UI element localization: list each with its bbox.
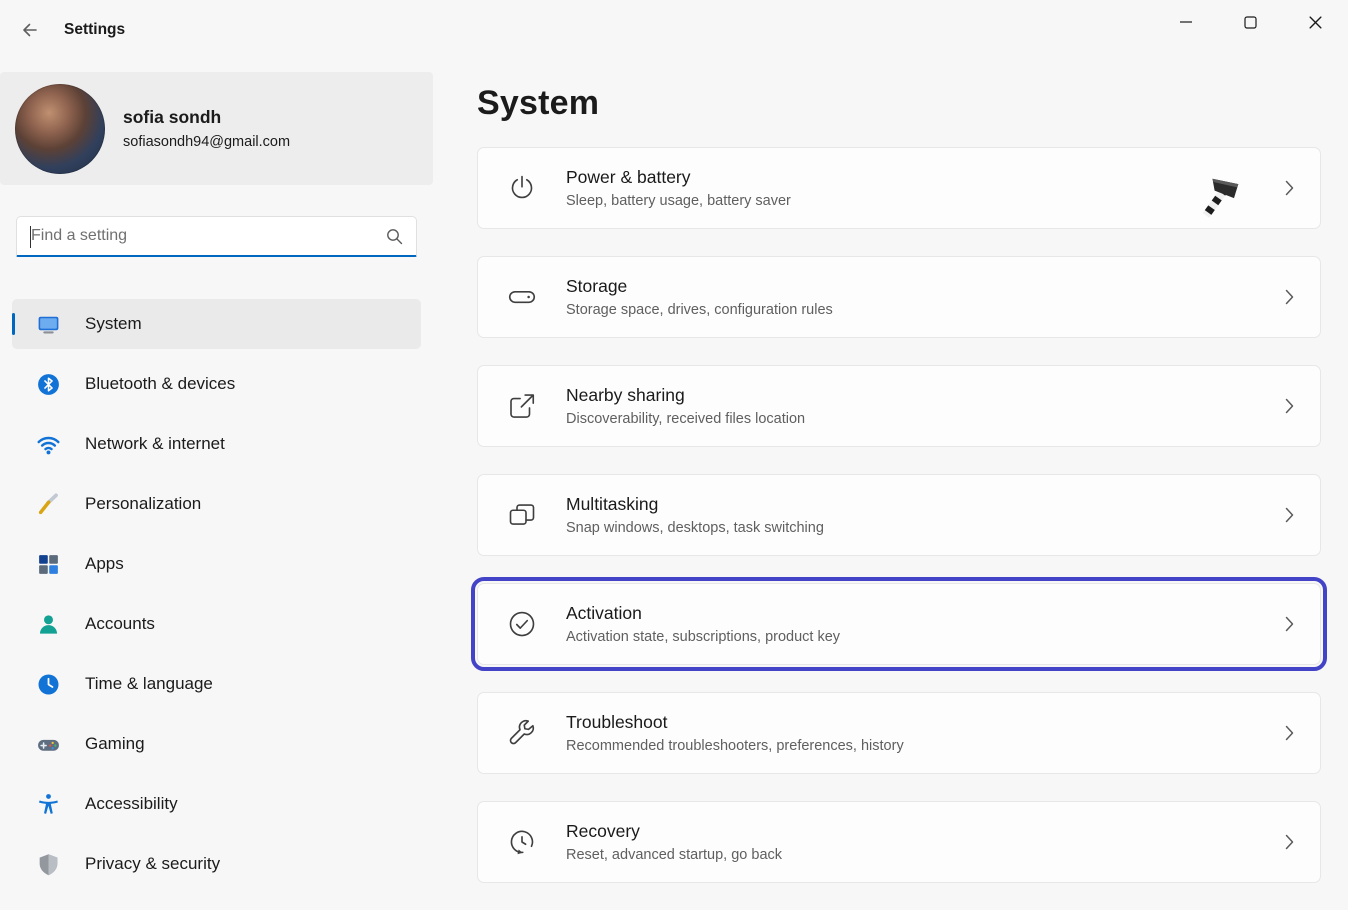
- page-title: System: [477, 84, 1321, 123]
- sidebar-item-accounts[interactable]: Accounts: [12, 599, 421, 649]
- personalization-icon: [36, 492, 61, 517]
- card-title: Troubleshoot: [566, 712, 904, 733]
- sidebar-item-label: System: [85, 314, 142, 334]
- card-title: Activation: [566, 603, 840, 624]
- card-subtitle: Activation state, subscriptions, product…: [566, 629, 840, 645]
- sidebar-item-system[interactable]: System: [12, 299, 421, 349]
- settings-cards: Power & battery Sleep, battery usage, ba…: [477, 147, 1321, 883]
- card-title: Multitasking: [566, 494, 824, 515]
- accessibility-icon: [36, 792, 61, 817]
- bluetooth-icon: [36, 372, 61, 397]
- sidebar-item-label: Accessibility: [85, 794, 178, 814]
- gaming-icon: [36, 732, 61, 757]
- sidebar-item-label: Apps: [85, 554, 124, 574]
- sidebar: sofia sondh sofiasondh94@gmail.com Syste…: [0, 60, 433, 899]
- card-storage[interactable]: Storage Storage space, drives, configura…: [477, 256, 1321, 338]
- sidebar-nav: System Bluetooth & devices Network & int…: [0, 299, 433, 889]
- chevron-right-icon: [1285, 616, 1294, 632]
- chevron-right-icon: [1285, 834, 1294, 850]
- card-subtitle: Snap windows, desktops, task switching: [566, 520, 824, 536]
- back-arrow-icon: [21, 21, 39, 39]
- window-controls: [1153, 0, 1348, 44]
- minimize-button[interactable]: [1153, 0, 1218, 44]
- nearby-sharing-icon: [478, 391, 566, 421]
- multitasking-icon: [478, 500, 566, 530]
- minimize-icon: [1179, 15, 1193, 29]
- user-profile[interactable]: sofia sondh sofiasondh94@gmail.com: [0, 72, 433, 185]
- sidebar-item-label: Accounts: [85, 614, 155, 634]
- sidebar-item-bluetooth-devices[interactable]: Bluetooth & devices: [12, 359, 421, 409]
- maximize-button[interactable]: [1218, 0, 1283, 44]
- sidebar-item-label: Privacy & security: [85, 854, 220, 874]
- sidebar-item-label: Gaming: [85, 734, 145, 754]
- chevron-right-icon: [1285, 398, 1294, 414]
- search-input[interactable]: [17, 227, 386, 245]
- card-title: Storage: [566, 276, 833, 297]
- activation-icon: [478, 609, 566, 639]
- card-activation[interactable]: Activation Activation state, subscriptio…: [477, 583, 1321, 665]
- text-caret: [30, 226, 31, 248]
- sidebar-item-privacy-security[interactable]: Privacy & security: [12, 839, 421, 889]
- card-title: Power & battery: [566, 167, 791, 188]
- storage-icon: [478, 282, 566, 312]
- card-subtitle: Sleep, battery usage, battery saver: [566, 193, 791, 209]
- apps-icon: [36, 552, 61, 577]
- sidebar-item-apps[interactable]: Apps: [12, 539, 421, 589]
- chevron-right-icon: [1285, 507, 1294, 523]
- time-language-icon: [36, 672, 61, 697]
- sidebar-item-accessibility[interactable]: Accessibility: [12, 779, 421, 829]
- sidebar-item-personalization[interactable]: Personalization: [12, 479, 421, 529]
- main-content: System Power & battery Sleep, battery us…: [477, 60, 1321, 910]
- sidebar-item-time-language[interactable]: Time & language: [12, 659, 421, 709]
- sidebar-item-label: Time & language: [85, 674, 213, 694]
- user-email: sofiasondh94@gmail.com: [123, 134, 290, 150]
- titlebar: Settings: [0, 0, 1348, 60]
- user-name: sofia sondh: [123, 107, 290, 128]
- sidebar-item-label: Bluetooth & devices: [85, 374, 235, 394]
- recovery-icon: [478, 827, 566, 857]
- privacy-security-icon: [36, 852, 61, 877]
- card-title: Recovery: [566, 821, 782, 842]
- card-subtitle: Storage space, drives, configuration rul…: [566, 302, 833, 318]
- chevron-right-icon: [1285, 725, 1294, 741]
- card-subtitle: Reset, advanced startup, go back: [566, 847, 782, 863]
- back-button[interactable]: [12, 13, 48, 47]
- sidebar-item-label: Network & internet: [85, 434, 225, 454]
- app-title: Settings: [64, 21, 125, 39]
- network-icon: [36, 432, 61, 457]
- card-subtitle: Discoverability, received files location: [566, 411, 805, 427]
- card-subtitle: Recommended troubleshooters, preferences…: [566, 738, 904, 754]
- card-troubleshoot[interactable]: Troubleshoot Recommended troubleshooters…: [477, 692, 1321, 774]
- sidebar-item-label: Personalization: [85, 494, 201, 514]
- card-multitasking[interactable]: Multitasking Snap windows, desktops, tas…: [477, 474, 1321, 556]
- search-icon: [386, 228, 416, 245]
- avatar: [15, 84, 105, 174]
- close-icon: [1308, 15, 1323, 30]
- card-nearby-sharing[interactable]: Nearby sharing Discoverability, received…: [477, 365, 1321, 447]
- chevron-right-icon: [1285, 289, 1294, 305]
- sidebar-item-gaming[interactable]: Gaming: [12, 719, 421, 769]
- search-box[interactable]: [16, 216, 417, 257]
- power-icon: [478, 173, 566, 203]
- chevron-right-icon: [1285, 180, 1294, 196]
- close-button[interactable]: [1283, 0, 1348, 44]
- troubleshoot-icon: [478, 718, 566, 748]
- accounts-icon: [36, 612, 61, 637]
- sidebar-item-network-internet[interactable]: Network & internet: [12, 419, 421, 469]
- card-recovery[interactable]: Recovery Reset, advanced startup, go bac…: [477, 801, 1321, 883]
- card-title: Nearby sharing: [566, 385, 805, 406]
- card-power-battery[interactable]: Power & battery Sleep, battery usage, ba…: [477, 147, 1321, 229]
- maximize-icon: [1244, 16, 1257, 29]
- system-icon: [36, 312, 61, 337]
